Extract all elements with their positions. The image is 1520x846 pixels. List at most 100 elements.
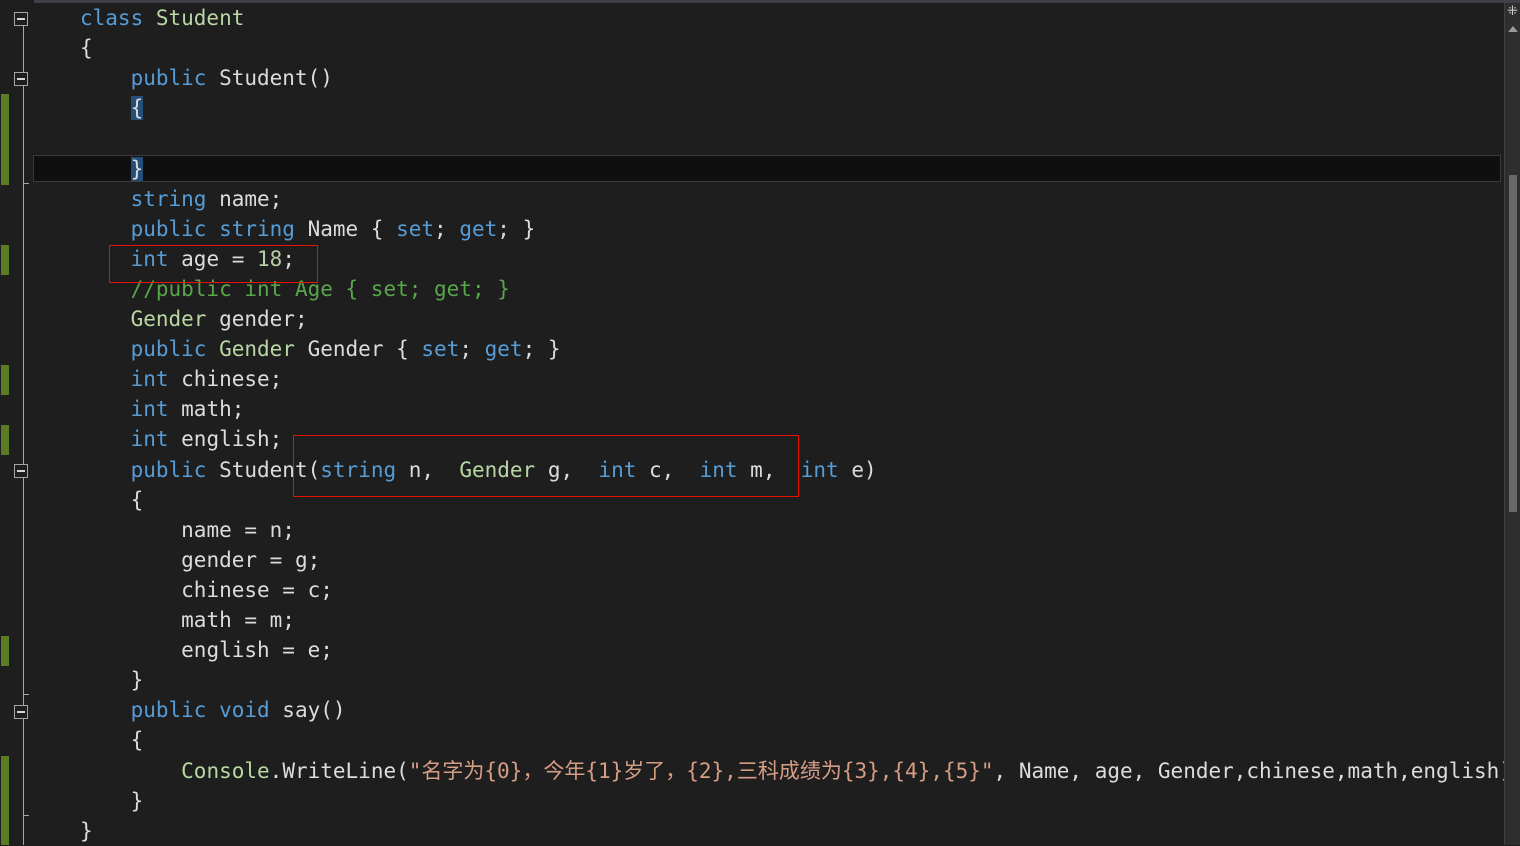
code-line[interactable]: public Gender Gender { set; get; } (80, 334, 561, 364)
code-token: int (130, 367, 182, 391)
editor-gutter (0, 0, 34, 845)
annotation-box-age (109, 245, 318, 283)
code-line[interactable]: public string Name { set; get; } (80, 214, 536, 244)
code-token: Gender (130, 307, 220, 331)
collapse-constructor-params-icon[interactable] (14, 464, 28, 478)
code-token: public (130, 337, 220, 361)
code-line[interactable]: Gender gender; (80, 304, 308, 334)
code-line[interactable]: { (80, 725, 144, 755)
code-line[interactable]: int chinese; (80, 364, 283, 394)
code-token: } (80, 819, 93, 843)
code-line[interactable]: public Student() (80, 63, 333, 93)
code-line[interactable]: chinese = c; (80, 575, 333, 605)
code-token: set (421, 337, 460, 361)
collapse-constructor-icon[interactable] (14, 72, 28, 86)
code-line[interactable]: string name; (80, 184, 283, 214)
code-token: set (396, 217, 435, 241)
change-marker (1, 425, 9, 455)
code-token: Console (181, 759, 270, 783)
code-line[interactable]: { (80, 485, 144, 515)
code-line[interactable]: } (80, 786, 144, 816)
code-token: gender; (219, 307, 308, 331)
code-token: public void (130, 698, 283, 722)
outline-end-tick (23, 694, 29, 695)
code-token: math = m; (181, 608, 295, 632)
code-token: class (80, 6, 156, 30)
code-token: e) (851, 458, 877, 482)
code-token: } (130, 668, 144, 692)
code-token: chinese; (181, 367, 283, 391)
code-token: chinese = c; (181, 578, 333, 602)
code-token: , Name, age, Gender,chinese,math,english… (993, 759, 1520, 783)
code-token: } (130, 789, 144, 813)
code-token: ; } (522, 337, 561, 361)
code-token: english; (181, 427, 283, 451)
code-line[interactable]: } (80, 154, 144, 184)
code-token: int (800, 458, 852, 482)
code-line[interactable]: public void say() (80, 695, 346, 725)
code-token: Student() (219, 66, 333, 90)
code-token: english = e; (181, 638, 333, 662)
change-marker (1, 636, 9, 666)
collapse-say-method-icon[interactable] (14, 705, 28, 719)
code-token: { (80, 36, 93, 60)
outline-end-tick (23, 815, 29, 816)
scroll-up-arrow-icon[interactable] (1508, 26, 1518, 32)
outline-guide (23, 26, 24, 845)
change-marker (1, 245, 9, 275)
code-token: gender = g; (181, 548, 321, 572)
code-token: { (130, 728, 144, 752)
code-line[interactable]: Console.WriteLine("名字为{0}，今年{1}岁了，{2},三科… (80, 756, 1520, 786)
code-line[interactable]: class Student (80, 3, 244, 33)
code-line[interactable]: math = m; (80, 605, 295, 635)
code-token: .WriteLine( (269, 759, 409, 783)
code-line[interactable]: { (80, 93, 144, 123)
code-token: Student (155, 6, 245, 30)
vertical-scrollbar[interactable]: ⁜ (1504, 3, 1520, 845)
code-token: ; } (497, 217, 536, 241)
code-line[interactable]: { (80, 33, 93, 63)
code-line[interactable]: name = n; (80, 515, 295, 545)
code-line[interactable]: } (80, 665, 144, 695)
code-token: } (130, 157, 144, 181)
split-window-icon[interactable]: ⁜ (1507, 5, 1518, 19)
code-token: name = n; (181, 518, 295, 542)
code-line[interactable]: } (80, 816, 93, 846)
change-marker (1, 756, 9, 845)
collapse-class-icon[interactable] (14, 12, 28, 26)
annotation-box-params (293, 435, 799, 497)
code-token: get (484, 337, 523, 361)
code-token: math; (181, 397, 245, 421)
code-token: "名字为{0}，今年{1}岁了，{2},三科成绩为{3},{4},{5}" (408, 759, 994, 783)
code-token: Name { (307, 217, 397, 241)
code-token: Gender { (307, 337, 422, 361)
code-token: { (130, 96, 144, 120)
code-line[interactable]: gender = g; (80, 545, 320, 575)
scroll-thumb[interactable] (1509, 175, 1517, 512)
change-marker (1, 365, 9, 395)
code-line[interactable]: english = e; (80, 635, 333, 665)
code-token: string (130, 187, 220, 211)
code-line[interactable]: int english; (80, 424, 283, 454)
code-line[interactable]: int math; (80, 394, 245, 424)
change-marker (1, 94, 9, 185)
code-token: ; (434, 217, 460, 241)
code-token: { (130, 488, 144, 512)
